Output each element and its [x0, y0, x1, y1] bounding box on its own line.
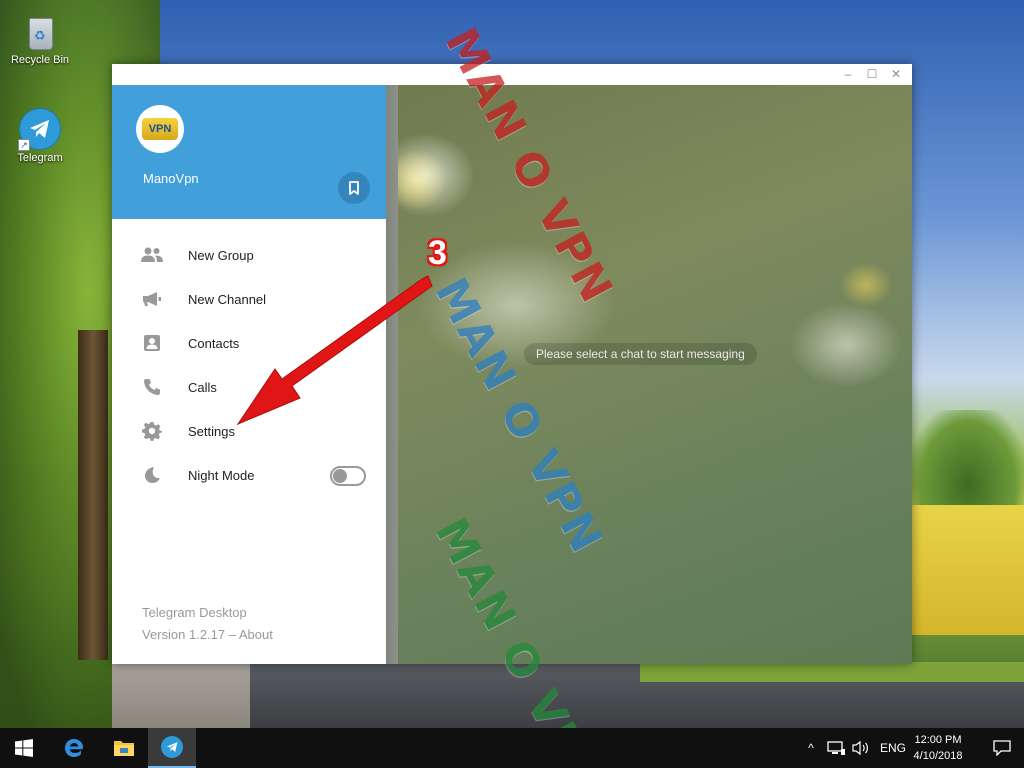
about-link[interactable]: About [239, 627, 273, 642]
wallpaper-field [912, 505, 1024, 635]
notification-icon [993, 740, 1011, 756]
folder-icon [114, 741, 134, 756]
network-icon[interactable] [826, 740, 846, 756]
windows-icon [15, 739, 33, 757]
toggle-knob [333, 469, 347, 483]
recycle-bin-icon: ♻ [23, 10, 57, 52]
window-titlebar[interactable]: – ☐ ✕ [112, 64, 912, 85]
avatar-logo: VPN [142, 118, 178, 140]
chevron-up-icon[interactable]: ^ [802, 741, 820, 755]
taskbar-telegram[interactable] [148, 728, 196, 768]
side-menu: VPN ManoVpn New Group New Channel Contac… [112, 85, 386, 664]
minimize-button[interactable]: – [838, 66, 858, 83]
clock[interactable]: 12:00 PM 4/10/2018 [906, 732, 970, 764]
menu-item-label: Night Mode [188, 467, 255, 483]
maximize-button[interactable]: ☐ [862, 66, 882, 83]
wallpaper-trunk [78, 330, 108, 660]
menu-item-label: New Group [188, 247, 254, 263]
menu-list: New Group New Channel Contacts Calls Set… [112, 233, 386, 497]
menu-item-label: New Channel [188, 291, 267, 307]
footer-app-name: Telegram Desktop [142, 605, 247, 620]
step-number: 3 [428, 234, 447, 272]
menu-header: VPN ManoVpn [112, 85, 386, 219]
user-name: ManoVpn [143, 171, 199, 186]
telegram-window: – ☐ ✕ Please select a chat to start mess… [112, 64, 912, 664]
taskbar-edge[interactable] [50, 728, 98, 768]
avatar[interactable]: VPN [136, 105, 184, 153]
action-center-button[interactable] [980, 728, 1024, 768]
clock-date: 4/10/2018 [913, 750, 963, 762]
night-mode-toggle[interactable] [330, 466, 366, 486]
chat-area: Please select a chat to start messaging [386, 85, 912, 664]
system-tray: ^ ENG [802, 728, 906, 768]
desktop-icon-label: Telegram [17, 152, 63, 164]
edge-icon [65, 739, 83, 757]
moon-icon [140, 464, 164, 486]
menu-shadow [386, 85, 398, 664]
bookmark-icon [349, 181, 359, 195]
desktop-icon-recycle-bin[interactable]: ♻ Recycle Bin [0, 10, 80, 66]
taskbar: ^ ENG 12:00 PM 4/10/2018 [0, 728, 1024, 768]
menu-footer: Telegram Desktop Version 1.2.17 – About [142, 602, 273, 646]
wallpaper-trees [912, 410, 1024, 505]
footer-version: Version 1.2.17 – About [142, 624, 273, 646]
clock-time: 12:00 PM [914, 734, 962, 746]
menu-item-label: Contacts [188, 335, 240, 351]
menu-item-night-mode[interactable]: Night Mode [112, 453, 386, 497]
saved-messages-button[interactable] [338, 172, 370, 204]
menu-item-new-channel[interactable]: New Channel [112, 277, 386, 321]
start-button[interactable] [0, 728, 48, 768]
menu-item-label: Settings [188, 423, 235, 439]
wallpaper-grass [640, 662, 1024, 682]
language-indicator[interactable]: ENG [880, 741, 906, 755]
menu-item-calls[interactable]: Calls [112, 365, 386, 409]
megaphone-icon [140, 288, 164, 310]
menu-item-contacts[interactable]: Contacts [112, 321, 386, 365]
menu-item-settings[interactable]: Settings [112, 409, 386, 453]
telegram-icon [161, 736, 183, 758]
volume-icon[interactable] [852, 740, 872, 756]
shortcut-arrow-icon: ↗ [18, 139, 30, 151]
version-text: Version 1.2.17 – [142, 627, 239, 642]
phone-icon [140, 376, 164, 398]
desktop-icon-telegram[interactable]: ↗ Telegram [0, 108, 80, 164]
gear-icon [140, 420, 164, 442]
contact-icon [140, 332, 164, 354]
empty-chat-message: Please select a chat to start messaging [524, 343, 757, 365]
menu-item-label: Calls [188, 379, 217, 395]
group-icon [140, 244, 164, 266]
desktop-icon-label: Recycle Bin [10, 54, 70, 66]
taskbar-file-explorer[interactable] [100, 728, 148, 768]
close-button[interactable]: ✕ [886, 66, 906, 83]
telegram-icon: ↗ [18, 108, 61, 151]
menu-item-new-group[interactable]: New Group [112, 233, 386, 277]
